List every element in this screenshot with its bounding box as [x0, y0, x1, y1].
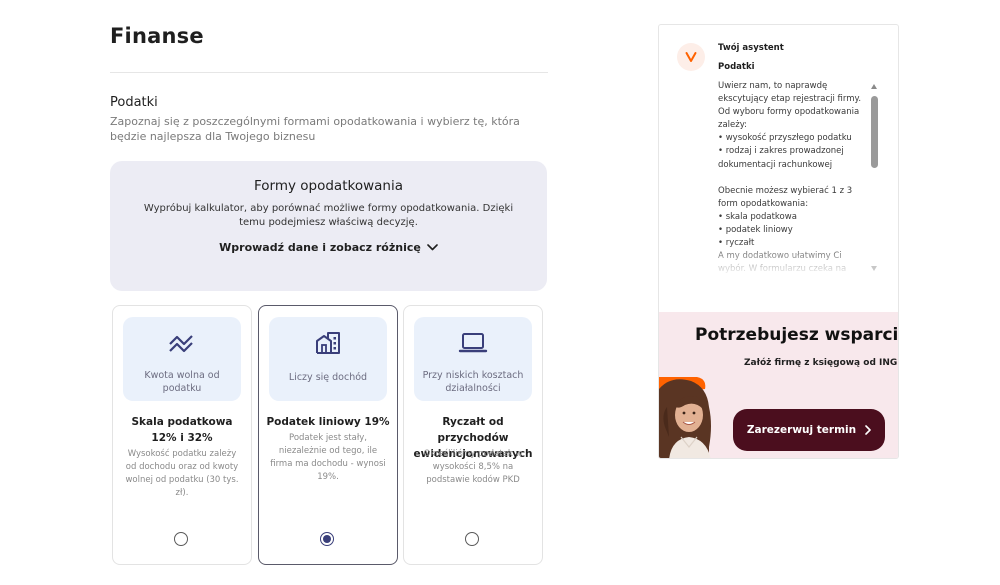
ing-lion-icon [685, 52, 697, 62]
card-header: Liczy się dochód [269, 317, 387, 401]
scrollbar-thumb[interactable] [871, 96, 878, 168]
title-divider [110, 72, 548, 73]
card-description: Podatek jest stały, niezależnie od tego,… [270, 433, 386, 482]
chevron-right-icon [865, 425, 871, 435]
tax-option-card-liniowy[interactable]: Liczy się dochód Podatek liniowy 19% Pod… [258, 305, 398, 565]
advisor-photo [659, 377, 711, 458]
calculator-title: Formy opodatkowania [253, 178, 403, 194]
card-tag: Kwota wolna od podatku [144, 370, 220, 394]
book-appointment-button[interactable]: Zarezerwuj termin [733, 409, 885, 451]
section-description: Zapoznaj się z poszczególnymi formami op… [110, 115, 520, 143]
book-appointment-label: Zarezerwuj termin [746, 424, 857, 436]
card-title: Podatek liniowy 19% [266, 416, 390, 428]
assistant-avatar [677, 43, 705, 71]
assistant-name: Twój asystent [718, 43, 784, 53]
card-description: Wysokość podatku zależy od dochodu oraz … [125, 449, 239, 498]
page-title: Finanse [110, 24, 204, 48]
calculator-expand-label: Wprowadź dane i zobacz różnicę [219, 241, 421, 254]
trend-down-icon [169, 335, 193, 353]
tax-option-card-skala[interactable]: Kwota wolna od podatku Skala podatkowa 1… [112, 305, 252, 565]
assistant-message-scroll[interactable]: Uwierz nam, to naprawdę ekscytujący etap… [718, 80, 866, 276]
tax-option-radio[interactable] [465, 532, 479, 546]
promo-title: Potrzebujesz wsparcia? [695, 325, 899, 345]
calculator-description: Wypróbuj kalkulator, aby porównać możliw… [143, 203, 514, 228]
section-title: Podatki [110, 95, 158, 110]
building-icon [316, 332, 340, 354]
message-fade [718, 242, 866, 276]
tax-option-radio[interactable] [174, 532, 188, 546]
card-header: Przy niskich kosztach działalności [414, 317, 532, 401]
calculator-expand-button[interactable]: Wprowadź dane i zobacz różnicę [110, 241, 547, 254]
laptop-icon [458, 333, 488, 353]
card-title: Skala podatkowa 12% i 32% [131, 416, 233, 444]
tax-option-radio[interactable] [320, 532, 334, 546]
promo-subtitle: Załóż firmę z księgową od ING [744, 358, 898, 368]
assistant-panel: Twój asystent Podatki Uwierz nam, to nap… [658, 24, 899, 459]
chevron-down-icon [427, 244, 438, 251]
scroll-down-arrow-icon[interactable] [871, 266, 877, 271]
card-header: Kwota wolna od podatku [123, 317, 241, 401]
scroll-up-arrow-icon[interactable] [871, 84, 877, 89]
card-description: Określiliśmy podatek w wysokości 8,5% na… [423, 449, 523, 485]
card-tag: Liczy się dochód [288, 372, 368, 383]
scrollbar-track[interactable] [871, 96, 878, 266]
card-tag: Przy niskich kosztach działalności [422, 370, 524, 394]
tax-calculator-panel: Formy opodatkowania Wypróbuj kalkulator,… [110, 161, 547, 291]
tax-option-card-ryczalt[interactable]: Przy niskich kosztach działalności Rycza… [403, 305, 543, 565]
assistant-topic: Podatki [718, 62, 755, 72]
support-promo-banner: Potrzebujesz wsparcia? Załóż firmę z ksi… [659, 312, 899, 458]
